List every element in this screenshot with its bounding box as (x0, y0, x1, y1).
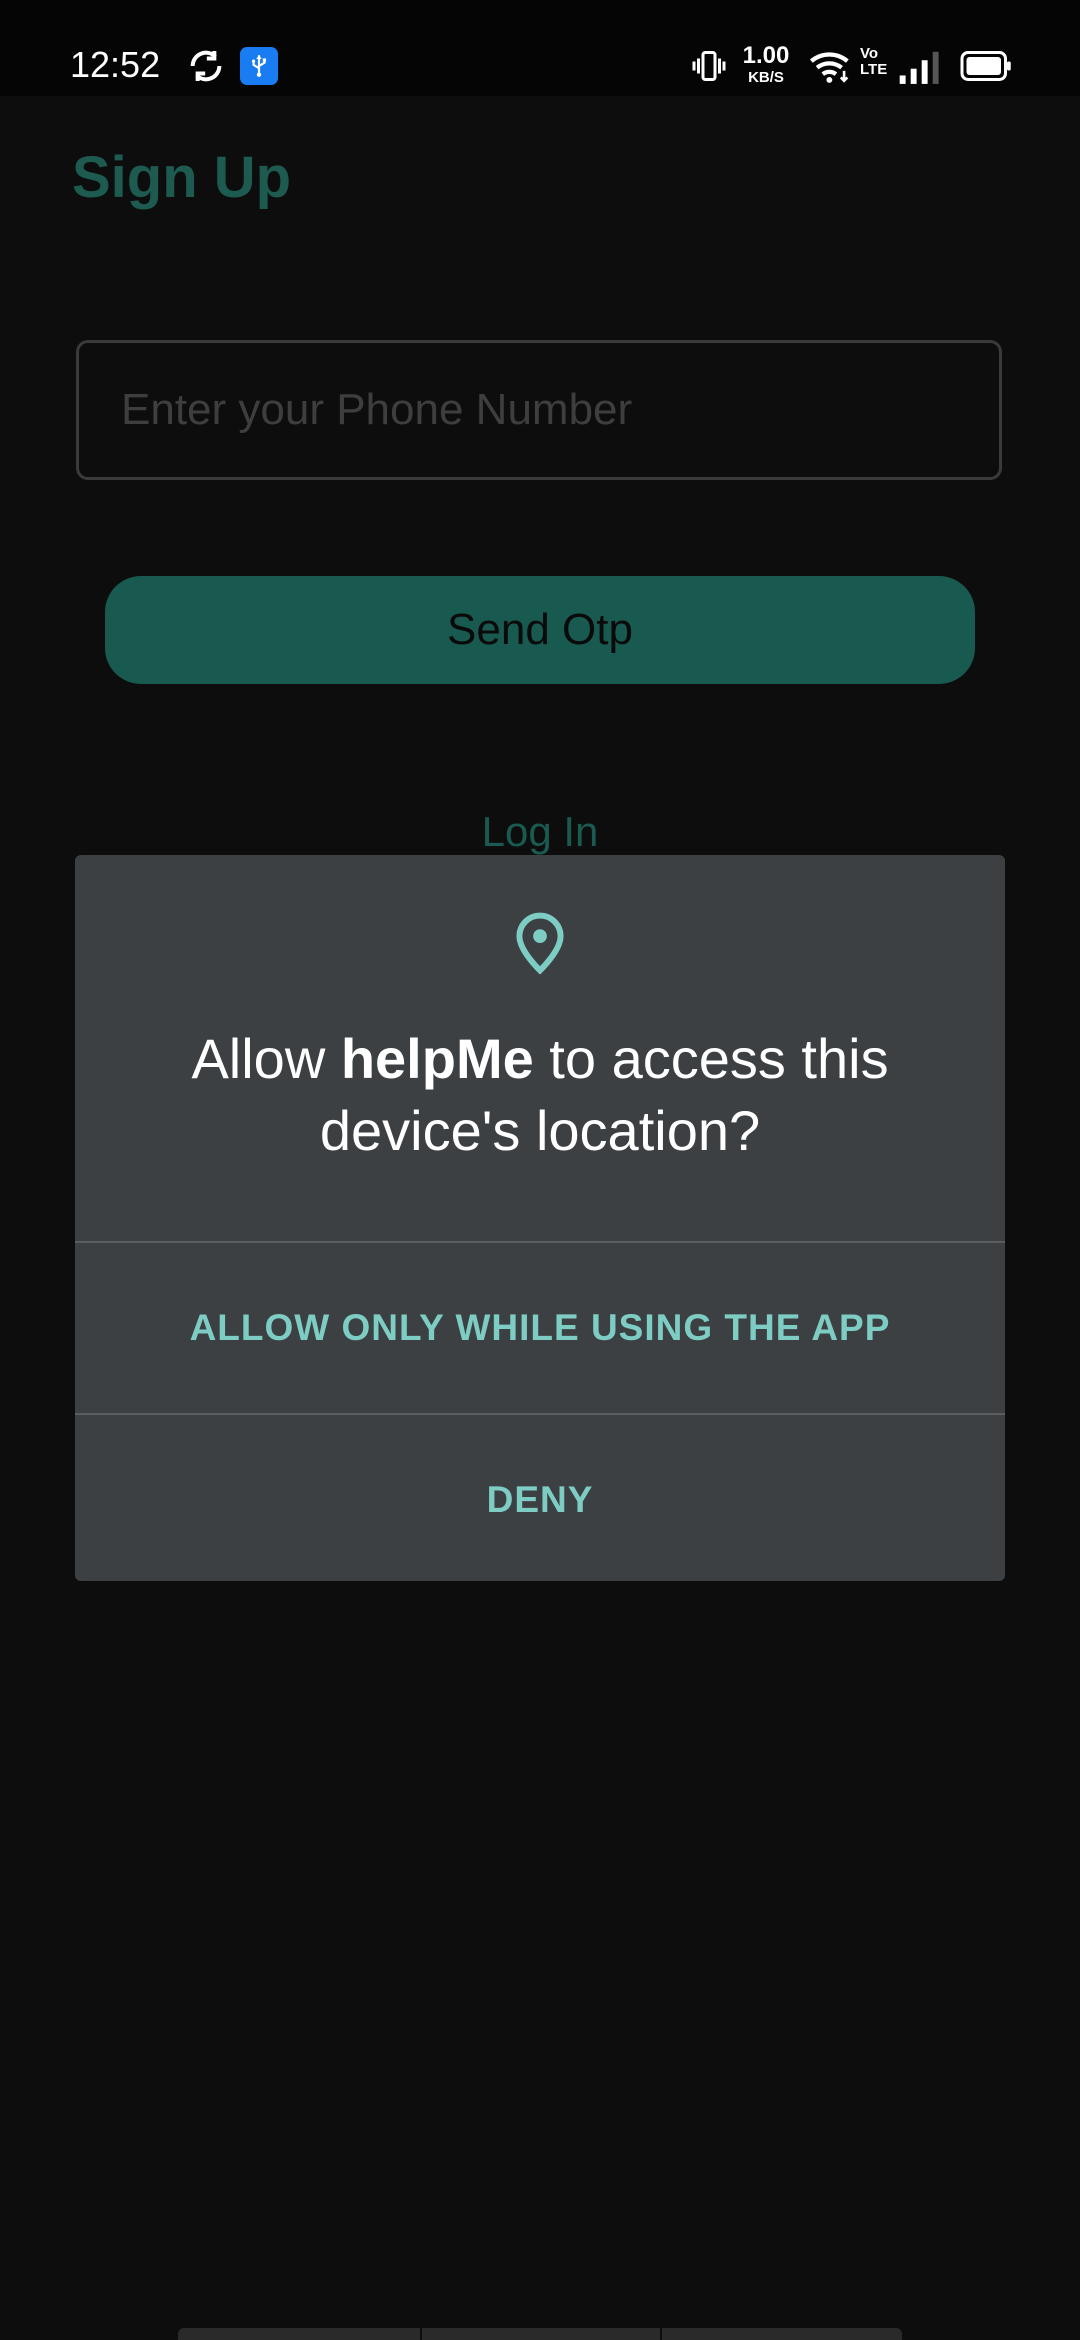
nav-divider (420, 2328, 422, 2340)
volte-indicator: Vo LTE (860, 45, 888, 78)
wifi-icon (809, 52, 849, 83)
login-link[interactable]: Log In (0, 808, 1080, 856)
page-title: Sign Up (72, 145, 292, 210)
dialog-message: Allow helpMe to access this device's loc… (191, 1027, 889, 1162)
dialog-header: Allow helpMe to access this device's loc… (75, 855, 1005, 1243)
status-time: 12:52 (70, 44, 161, 85)
status-bar: 12:52 1.00 KB/S Vo LTE (0, 0, 1080, 96)
send-otp-button[interactable]: Send Otp (105, 576, 975, 684)
signal-icon (899, 51, 939, 84)
allow-while-using-button[interactable]: ALLOW ONLY WHILE USING THE APP (75, 1243, 1005, 1415)
usb-icon (240, 47, 278, 85)
phone-number-input[interactable] (79, 342, 999, 478)
location-pin-icon (516, 912, 564, 975)
navigation-bar[interactable] (178, 2328, 902, 2340)
network-speed: 1.00 KB/S (742, 42, 790, 86)
deny-button[interactable]: DENY (75, 1415, 1005, 1585)
vibrate-icon (692, 51, 726, 81)
battery-icon (960, 51, 1011, 81)
nav-divider (660, 2328, 662, 2340)
sync-icon (190, 50, 222, 82)
app-name: helpMe (340, 1027, 534, 1090)
location-permission-dialog: Allow helpMe to access this device's loc… (75, 855, 1005, 1581)
phone-number-field[interactable] (76, 340, 1002, 480)
